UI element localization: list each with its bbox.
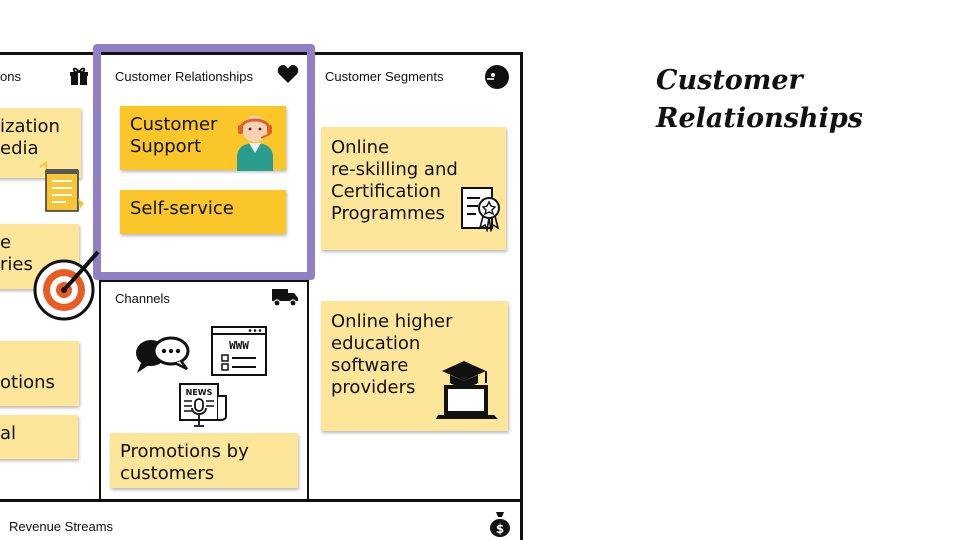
relationships-header: Customer Relationships bbox=[115, 69, 254, 84]
truck-icon bbox=[271, 287, 299, 307]
heart-icon bbox=[277, 64, 299, 84]
section-title: Customer Relationships bbox=[656, 65, 863, 134]
svg-text:NEWS: NEWS bbox=[186, 388, 213, 397]
partners-header: ons bbox=[0, 69, 21, 84]
self-service-note: Self-service bbox=[120, 190, 286, 234]
target-icon bbox=[32, 242, 106, 322]
segments-header: Customer Segments bbox=[325, 69, 444, 84]
face-icon bbox=[484, 64, 510, 90]
chat-bubble-icon bbox=[135, 335, 191, 375]
certificate-icon bbox=[460, 186, 504, 232]
browser-www-icon: WWW bbox=[210, 325, 268, 377]
money-bag-icon: $ bbox=[488, 510, 512, 538]
partners-note-3: otions bbox=[0, 341, 79, 406]
newspaper-mic-icon: NEWS bbox=[178, 382, 232, 430]
svg-text:$: $ bbox=[496, 522, 504, 536]
gift-icon bbox=[68, 64, 90, 86]
canvas-right-border bbox=[520, 52, 523, 540]
channels-top-divider bbox=[101, 280, 307, 282]
revenue-header: Revenue Streams bbox=[9, 519, 114, 534]
headset-agent-icon bbox=[231, 107, 279, 171]
svg-text:WWW: WWW bbox=[229, 339, 249, 352]
channels-header: Channels bbox=[115, 291, 170, 306]
promotions-note: Promotions by customers bbox=[110, 433, 298, 488]
notepad-icon bbox=[38, 161, 90, 217]
partners-note-4: al bbox=[0, 415, 78, 459]
canvas-bottom-divider bbox=[0, 499, 523, 502]
graduation-laptop-icon bbox=[436, 357, 500, 421]
